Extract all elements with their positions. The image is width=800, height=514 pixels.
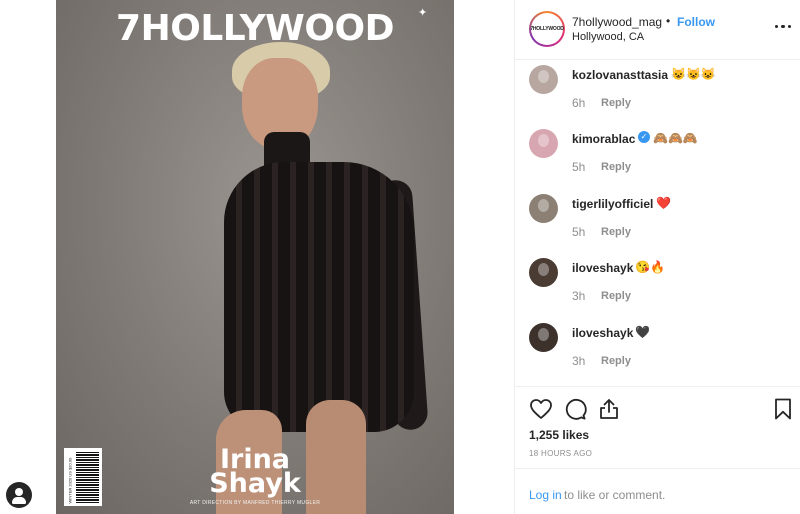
avatar[interactable]: 7HOLLYWOOD xyxy=(529,11,565,47)
reply-button[interactable]: Reply xyxy=(601,290,631,302)
more-options-icon[interactable] xyxy=(775,25,791,29)
barcode-bars xyxy=(76,451,99,503)
action-bar: 1,255 likes 18 HOURS AGO xyxy=(515,386,800,470)
separator-dot: • xyxy=(666,14,671,28)
avatar-inner: 7HOLLYWOOD xyxy=(530,13,564,45)
comment-avatar[interactable] xyxy=(529,323,558,352)
comment-time: 6h xyxy=(572,96,586,110)
follow-button[interactable]: Follow xyxy=(677,15,715,29)
login-prompt-text: to like or comment. xyxy=(564,488,666,502)
comment-text: 😘🔥 xyxy=(635,260,665,274)
reply-button[interactable]: Reply xyxy=(601,97,631,109)
comment-text: 🖤 xyxy=(635,325,650,339)
comment-text: 🙈🙈🙈 xyxy=(653,131,698,145)
profile-icon[interactable] xyxy=(6,482,32,508)
comment-username[interactable]: iloveshayk xyxy=(572,261,633,275)
login-link[interactable]: Log in xyxy=(529,488,562,502)
comment-username[interactable]: kimorablac xyxy=(572,132,635,146)
reply-button[interactable]: Reply xyxy=(601,355,631,367)
barcode: WINTER 2020 US $20.00 xyxy=(64,448,102,506)
comment-item: kozlovanasttasia 😺😺😺 6h Reply xyxy=(515,60,800,120)
reply-button[interactable]: Reply xyxy=(601,161,631,173)
cover-issue-text: WINTER 2020 US $20.00 xyxy=(67,457,73,504)
share-icon[interactable] xyxy=(597,397,621,421)
heart-icon[interactable] xyxy=(529,397,553,421)
dot xyxy=(775,25,779,29)
comment-icon[interactable] xyxy=(563,397,587,421)
comment-list[interactable]: kozlovanasttasia 😺😺😺 6h Reply kimorablac… xyxy=(515,60,800,386)
comment-time: 3h xyxy=(572,354,586,368)
verified-badge-icon: ✓ xyxy=(638,131,650,143)
comment-avatar[interactable] xyxy=(529,65,558,94)
reply-button[interactable]: Reply xyxy=(601,226,631,238)
likes-count[interactable]: 1,255 likes xyxy=(529,428,589,442)
avatar-logo: 7HOLLYWOOD xyxy=(530,26,564,32)
comment-time: 5h xyxy=(572,160,586,174)
location-link[interactable]: Hollywood, CA xyxy=(572,31,644,43)
comment-time: 3h xyxy=(572,289,586,303)
post-sidebar: 7HOLLYWOOD 7hollywood_mag • Follow Holly… xyxy=(514,0,800,514)
post-username[interactable]: 7hollywood_mag xyxy=(572,15,662,29)
dot xyxy=(787,25,791,29)
comment-avatar[interactable] xyxy=(529,258,558,287)
comment-username[interactable]: kozlovanasttasia xyxy=(572,68,668,82)
comment-item: tigerlilyofficiel ❤️ 5h Reply xyxy=(515,189,800,249)
comment-item: iloveshayk 😘🔥 3h Reply xyxy=(515,253,800,313)
comment-username[interactable]: iloveshayk xyxy=(572,326,633,340)
comment-text: 😺😺😺 xyxy=(671,67,716,81)
post-image[interactable]: 7HOLLYWOOD ✦ Irina Shayk ART DIRECTION B… xyxy=(56,0,454,514)
comment-time: 5h xyxy=(572,225,586,239)
comment-item: kimorablac ✓ 🙈🙈🙈 5h Reply xyxy=(515,124,800,184)
dot xyxy=(781,25,785,29)
cover-headline: Irina Shayk xyxy=(56,446,454,499)
cover-credit: ART DIRECTION BY MANFRED THIERRY MUGLER xyxy=(189,500,321,506)
cover-model-bodysuit xyxy=(224,162,414,432)
star-icon: ✦ xyxy=(418,7,428,19)
comment-username[interactable]: tigerlilyofficiel xyxy=(572,197,653,211)
comment-avatar[interactable] xyxy=(529,129,558,158)
comment-item: iloveshayk 🖤 3h Reply xyxy=(515,318,800,378)
cover-brand-title: 7HOLLYWOOD xyxy=(116,8,394,49)
comment-avatar[interactable] xyxy=(529,194,558,223)
cover-name-last: Shayk xyxy=(209,468,301,499)
bookmark-icon[interactable] xyxy=(771,397,795,421)
post-timestamp: 18 HOURS AGO xyxy=(529,449,593,458)
post-header: 7HOLLYWOOD 7hollywood_mag • Follow Holly… xyxy=(515,0,800,60)
login-prompt: Log in to like or comment. xyxy=(515,468,800,514)
comment-text: ❤️ xyxy=(656,196,671,210)
